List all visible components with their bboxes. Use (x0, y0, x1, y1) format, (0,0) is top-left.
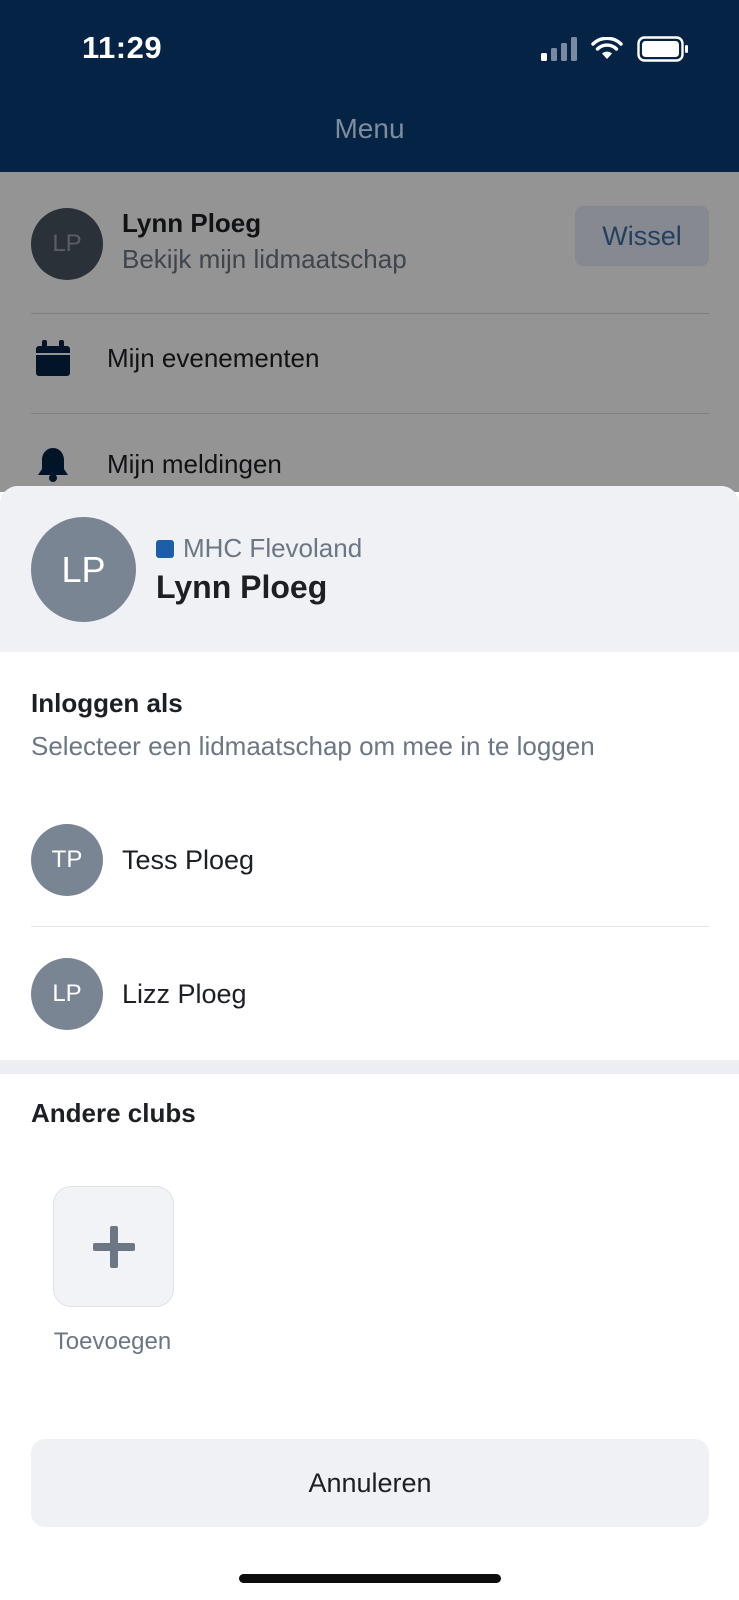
dim-overlay[interactable] (0, 172, 739, 492)
add-club-label: Toevoegen (53, 1328, 172, 1355)
club-name: MHC Flevoland (183, 533, 363, 563)
status-icons (541, 34, 689, 64)
club-row: MHC Flevoland (156, 533, 362, 564)
home-indicator (239, 1574, 501, 1583)
avatar: LP (31, 958, 103, 1030)
plus-icon (92, 1225, 135, 1268)
battery-icon (637, 36, 688, 62)
other-clubs-title: Andere clubs (31, 1098, 196, 1128)
wifi-icon (591, 37, 623, 59)
cellular-signal-icon (541, 37, 577, 61)
member-name: Tess Ploeg (122, 845, 255, 875)
login-as-title: Inloggen als (31, 688, 183, 718)
current-account-header: LP MHC Flevoland Lynn Ploeg (0, 486, 739, 652)
divider (31, 926, 709, 927)
cancel-button[interactable]: Annuleren (31, 1439, 709, 1527)
section-separator (0, 1060, 739, 1074)
account-name: Lynn Ploeg (156, 569, 328, 605)
avatar: LP (31, 517, 136, 622)
avatar: TP (31, 824, 103, 896)
member-name: Lizz Ploeg (122, 979, 247, 1009)
add-club-button[interactable] (53, 1186, 174, 1307)
club-color-dot (156, 539, 174, 558)
login-as-subtitle: Selecteer een lidmaatschap om mee in te … (31, 731, 595, 761)
member-row[interactable]: TP Tess Ploeg (31, 824, 709, 896)
account-switch-sheet: LP MHC Flevoland Lynn Ploeg Inloggen als… (0, 486, 739, 1600)
top-bar: 11:29 Menu (0, 0, 739, 172)
nav-title: Menu (334, 113, 405, 144)
status-time: 11:29 (82, 30, 163, 65)
member-row[interactable]: LP Lizz Ploeg (31, 958, 709, 1030)
